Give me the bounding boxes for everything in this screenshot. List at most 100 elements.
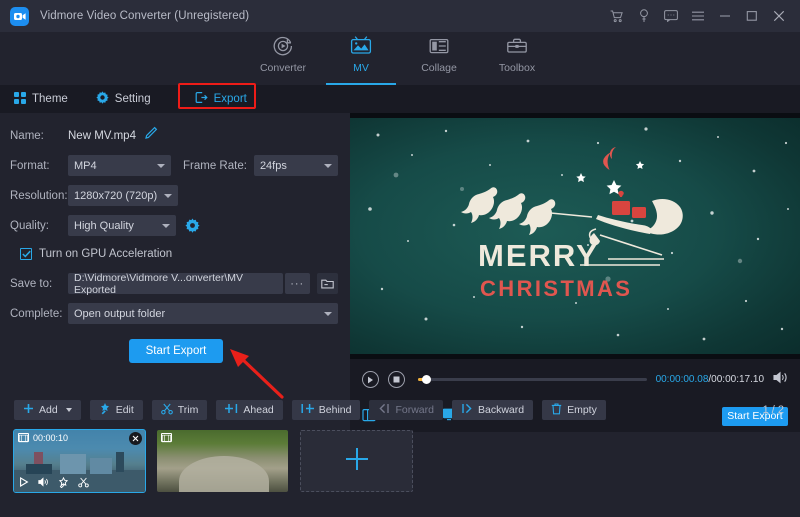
frame-rate-label: Frame Rate: [183, 160, 247, 172]
menu-icon[interactable] [685, 3, 711, 29]
thumbnail-item-1[interactable]: 00:00:10 [14, 430, 145, 492]
gpu-checkbox[interactable] [20, 248, 32, 260]
maximize-icon[interactable] [739, 3, 765, 29]
tab-mv[interactable]: MV [322, 32, 400, 85]
minimize-icon[interactable] [712, 3, 738, 29]
scissors-icon [161, 403, 173, 418]
behind-button[interactable]: Behind [292, 400, 361, 420]
camera-logo-icon [10, 7, 29, 26]
add-button[interactable]: Add [14, 400, 81, 420]
name-row: Name: New MV.mp4 [10, 123, 338, 148]
name-value: New MV.mp4 [68, 130, 136, 142]
tab-collage[interactable]: Collage [400, 32, 478, 85]
gpu-acceleration-row[interactable]: Turn on GPU Acceleration [20, 243, 338, 265]
add-clip-placeholder[interactable] [300, 430, 413, 492]
key-icon[interactable] [631, 3, 657, 29]
quality-settings-gear-icon[interactable] [185, 218, 200, 233]
stop-icon[interactable] [388, 371, 405, 388]
film-icon [18, 433, 29, 442]
behind-button-label: Behind [319, 404, 352, 416]
quality-row: Quality: High Quality [10, 213, 338, 238]
plus-icon [23, 403, 34, 417]
toolbox-icon [506, 35, 528, 60]
edit-button[interactable]: Edit [90, 400, 143, 420]
time-display: 00:00:00.08/00:00:17.10 [656, 374, 764, 385]
app-title: Vidmore Video Converter (Unregistered) [40, 10, 249, 22]
move-behind-icon [301, 403, 314, 417]
preview-title-line1: MERRY [478, 238, 599, 274]
volume-icon[interactable] [38, 477, 49, 490]
scissors-icon[interactable] [78, 477, 89, 491]
edit-button-label: Edit [116, 404, 134, 416]
ahead-button[interactable]: Ahead [216, 400, 282, 420]
complete-row: Complete: Open output folder [10, 301, 338, 326]
save-to-row: Save to: D:\Vidmore\Vidmore V...onverter… [10, 271, 338, 296]
resolution-value: 1280x720 (720p) [74, 190, 157, 202]
frame-rate-select[interactable]: 24fps [254, 155, 338, 176]
seek-slider[interactable] [418, 378, 647, 381]
empty-button[interactable]: Empty [542, 400, 606, 420]
trim-button[interactable]: Trim [152, 400, 208, 420]
backward-button-label: Backward [478, 404, 524, 416]
window-controls [604, 0, 792, 32]
sub-tab-setting[interactable]: Setting [96, 88, 165, 110]
chevron-down-icon [324, 312, 332, 316]
thumbnail-item-2[interactable] [157, 430, 288, 492]
thumbnail-1-controls [14, 475, 145, 492]
resolution-select[interactable]: 1280x720 (720p) [68, 185, 178, 206]
gpu-label: Turn on GPU Acceleration [39, 248, 172, 260]
seek-knob[interactable] [422, 375, 431, 384]
browse-button[interactable]: ··· [285, 273, 310, 294]
sub-tab-export-label: Export [214, 93, 247, 105]
folder-icon[interactable] [317, 273, 338, 294]
tab-converter-label: Converter [260, 62, 306, 74]
sub-tab-bar: Theme Setting Export [0, 85, 800, 113]
close-icon[interactable] [766, 3, 792, 29]
thumb2-trail [179, 456, 269, 492]
video-preview[interactable]: MERRY CHRISTMAS [350, 113, 800, 359]
format-value: MP4 [74, 160, 97, 172]
quality-select[interactable]: High Quality [68, 215, 176, 236]
format-select[interactable]: MP4 [68, 155, 171, 176]
export-icon [195, 91, 208, 107]
sub-tab-theme[interactable]: Theme [14, 89, 82, 110]
sub-tab-export[interactable]: Export [195, 88, 261, 110]
play-icon[interactable] [362, 371, 379, 388]
thumbnail-1-close-icon[interactable] [129, 432, 142, 445]
add-button-label: Add [39, 404, 58, 416]
title-bar: Vidmore Video Converter (Unregistered) [0, 0, 800, 32]
save-to-input[interactable]: D:\Vidmore\Vidmore V...onverter\MV Expor… [68, 273, 283, 294]
cart-icon[interactable] [604, 3, 630, 29]
backward-button[interactable]: Backward [452, 400, 533, 420]
red-arrow-pointer [224, 345, 286, 401]
ahead-button-label: Ahead [243, 404, 273, 416]
play-icon[interactable] [19, 477, 29, 490]
preview-panel: MERRY CHRISTMAS 00:00:00.08/00:00:17.10 [350, 113, 800, 400]
volume-icon[interactable] [773, 371, 788, 389]
main-tab-bar: Converter MV Collage [0, 32, 800, 85]
tab-converter[interactable]: Converter [244, 32, 322, 85]
chevron-down-icon[interactable] [66, 408, 72, 412]
magic-wand-icon[interactable] [58, 477, 69, 491]
collage-icon [428, 35, 450, 60]
start-export-button[interactable]: Start Export [129, 339, 223, 363]
tab-toolbox[interactable]: Toolbox [478, 32, 556, 85]
preview-title-line2: CHRISTMAS [480, 276, 632, 302]
chevron-down-icon [324, 164, 332, 168]
sub-tab-theme-label: Theme [32, 93, 68, 105]
gear-icon [96, 91, 109, 107]
thumbnail-1-top-overlay: 00:00:10 [14, 430, 145, 445]
trim-button-label: Trim [178, 404, 199, 416]
sub-tab-setting-label: Setting [115, 93, 151, 105]
magic-wand-icon [99, 403, 111, 418]
christmas-scene-graphic [350, 113, 800, 359]
name-label: Name: [10, 130, 68, 142]
complete-select[interactable]: Open output folder [68, 303, 338, 324]
tab-mv-label: MV [353, 62, 369, 74]
pencil-icon[interactable] [144, 126, 158, 145]
quality-value: High Quality [74, 220, 134, 232]
forward-button[interactable]: Forward [369, 400, 443, 420]
resolution-label: Resolution: [10, 190, 68, 202]
complete-value: Open output folder [74, 308, 165, 320]
chat-icon[interactable] [658, 3, 684, 29]
